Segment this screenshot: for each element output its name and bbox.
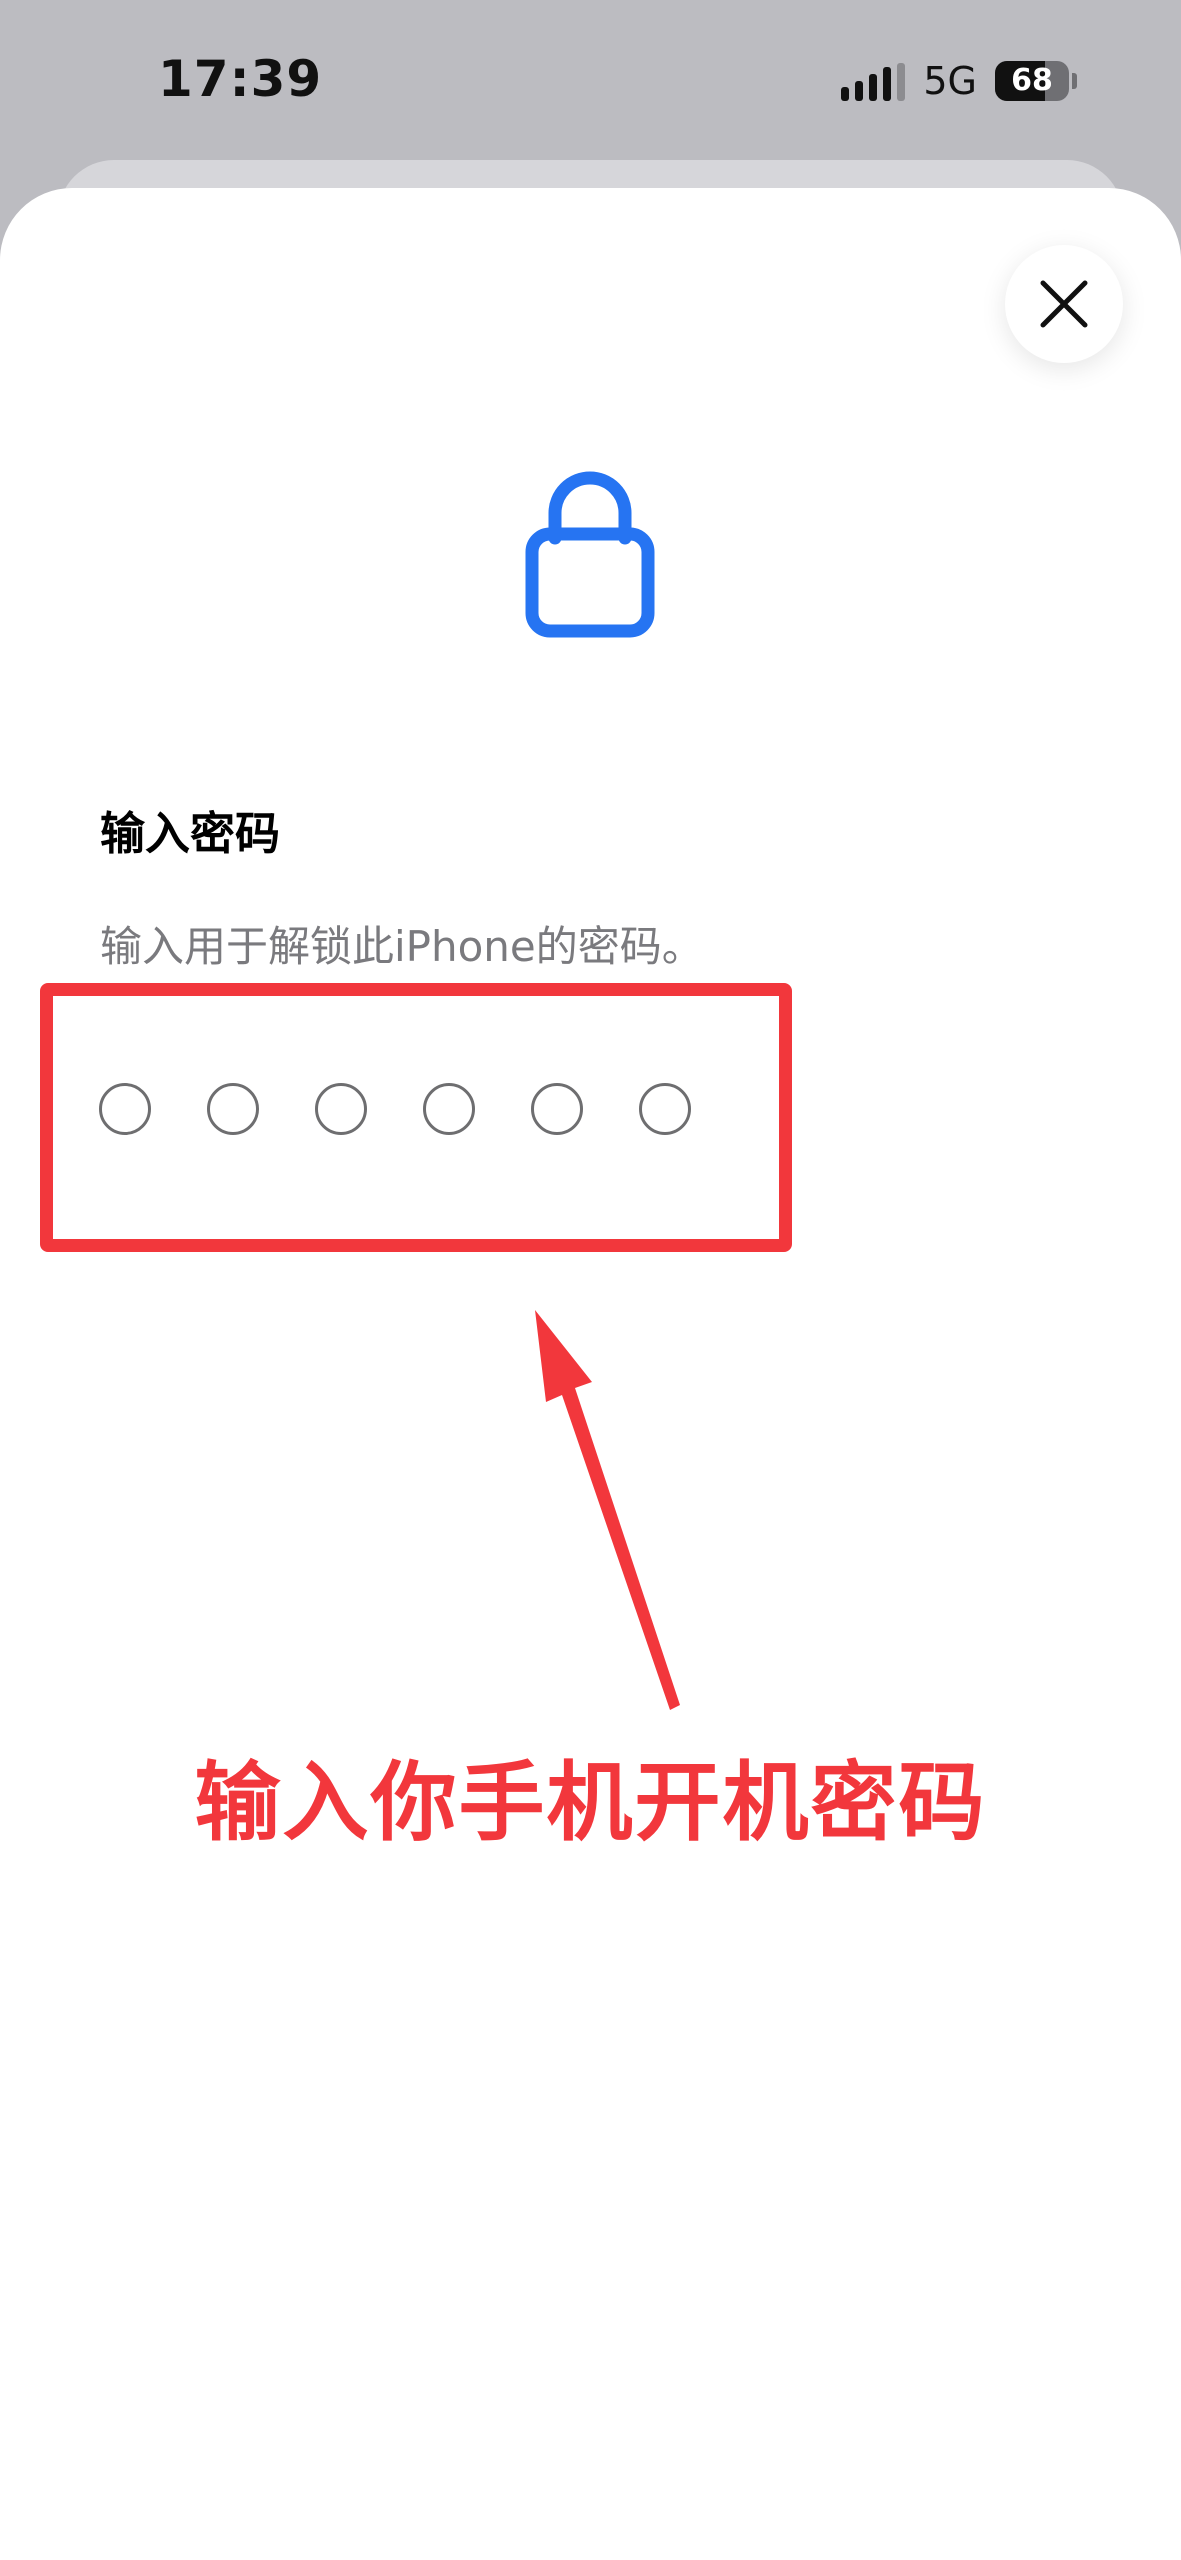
passcode-dot — [639, 1083, 691, 1135]
lock-icon — [525, 471, 655, 638]
status-time: 17:39 — [158, 50, 323, 108]
status-indicators: 5G 68 — [841, 59, 1077, 103]
passcode-dot — [207, 1083, 259, 1135]
battery-icon: 68 — [995, 61, 1069, 101]
arrow-up-icon — [535, 1310, 680, 1710]
page-title: 输入密码 — [100, 807, 281, 860]
battery-percentage: 68 — [1011, 63, 1053, 98]
passcode-dot — [315, 1083, 367, 1135]
passcode-dot — [423, 1083, 475, 1135]
passcode-input[interactable] — [99, 1083, 691, 1135]
network-type: 5G — [923, 59, 977, 103]
passcode-dot — [531, 1083, 583, 1135]
close-button[interactable] — [1005, 245, 1123, 363]
annotation-text: 输入你手机开机密码 — [194, 1753, 987, 1853]
battery-cap — [1072, 73, 1077, 89]
page-subtitle: 输入用于解锁此iPhone的密码。 — [100, 922, 704, 971]
status-bar: 17:39 5G 68 — [0, 0, 1181, 160]
passcode-dot — [99, 1083, 151, 1135]
cellular-signal-icon — [841, 61, 906, 101]
close-icon — [1040, 280, 1088, 328]
